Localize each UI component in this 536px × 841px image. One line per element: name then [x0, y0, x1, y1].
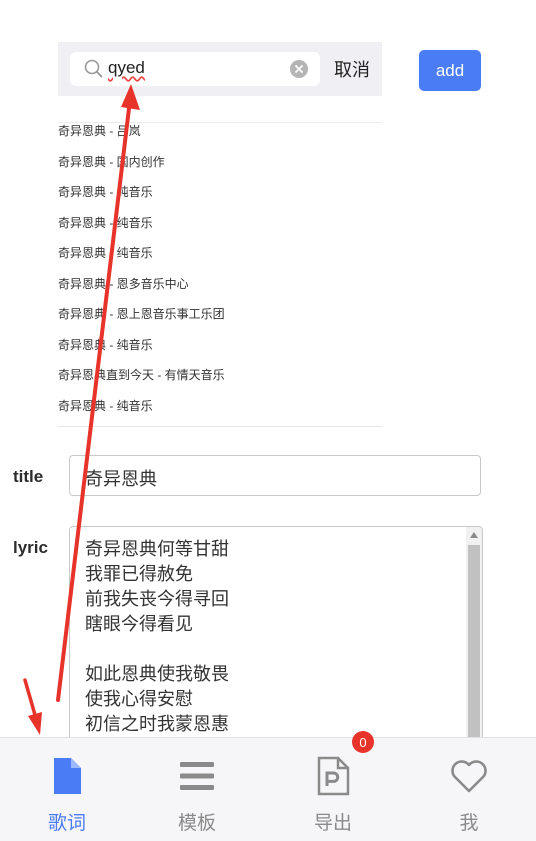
search-bar: qyed 取消	[58, 42, 382, 96]
search-results-list: 奇异恩典 - 吕岚 奇异恩典 - 国内创作 奇异恩典 - 纯音乐 奇异恩典 - …	[58, 96, 382, 427]
list-item[interactable]: 奇异恩典 - 恩上恩音乐事工乐团	[58, 305, 225, 322]
lyric-label: lyric	[13, 538, 48, 557]
search-icon	[84, 59, 103, 78]
title-field[interactable]: 奇异恩典	[69, 455, 481, 496]
lyric-line: 奇异恩典何等甘甜	[85, 539, 229, 559]
list-item[interactable]: 奇异恩典 - 纯音乐	[58, 183, 153, 200]
export-count-badge: 0	[352, 731, 374, 753]
scrollbar[interactable]	[466, 527, 482, 755]
list-item[interactable]: 奇异恩典 - 国内创作	[58, 153, 165, 170]
scroll-thumb[interactable]	[468, 545, 480, 755]
heart-icon	[451, 760, 487, 793]
tab-label: 模板	[177, 813, 216, 834]
bottom-tab-bar: 歌词 模板 导出 我	[0, 737, 536, 841]
search-input[interactable]: qyed	[70, 52, 320, 86]
tab-label: 歌词	[47, 813, 86, 834]
list-item[interactable]: 奇异恩典直到今天 - 有情天音乐	[58, 366, 225, 383]
list-item[interactable]: 奇异恩典 - 纯音乐	[58, 336, 153, 353]
annotation-arrow-icon	[23, 678, 42, 735]
tab-templates[interactable]: 模板	[130, 738, 264, 841]
title-label: title	[13, 467, 44, 486]
list-item[interactable]: 奇异恩典 - 恩多音乐中心	[58, 275, 189, 292]
list-item[interactable]: 奇异恩典 - 纯音乐	[58, 397, 153, 414]
menu-icon	[180, 762, 214, 790]
tab-export[interactable]: 导出	[266, 738, 400, 841]
add-button[interactable]: add	[419, 50, 481, 91]
lyric-textarea[interactable]: 奇异恩典何等甘甜 我罪已得赦免 前我失丧今得寻回 瞎眼今得看见 如此恩典使我敬畏…	[69, 526, 483, 756]
cancel-button[interactable]: 取消	[334, 56, 370, 82]
list-item[interactable]: 奇异恩典 - 吕岚	[58, 122, 141, 139]
tab-me[interactable]: 我	[402, 738, 536, 841]
document-icon	[54, 758, 81, 794]
lyric-line: 前我失丧今得寻回	[85, 589, 229, 609]
list-item[interactable]: 奇异恩典 - 纯音乐	[58, 214, 153, 231]
lyric-line: 如此恩典使我敬畏	[85, 664, 229, 684]
lyric-line: 使我心得安慰	[85, 689, 193, 709]
clear-icon[interactable]	[290, 60, 308, 78]
ppt-file-icon	[317, 756, 350, 796]
tab-label: 我	[459, 813, 479, 834]
tab-lyrics[interactable]: 歌词	[0, 738, 134, 841]
lyric-line: 瞎眼今得看见	[85, 614, 193, 634]
lyric-line: 我罪已得赦免	[85, 564, 193, 584]
lyric-line: 初信之时我蒙恩惠	[85, 714, 229, 734]
list-item[interactable]: 奇异恩典 - 纯音乐	[58, 244, 153, 261]
tab-label: 导出	[313, 813, 352, 834]
scroll-up-arrow-icon[interactable]	[470, 532, 478, 538]
search-query: qyed	[108, 58, 145, 77]
